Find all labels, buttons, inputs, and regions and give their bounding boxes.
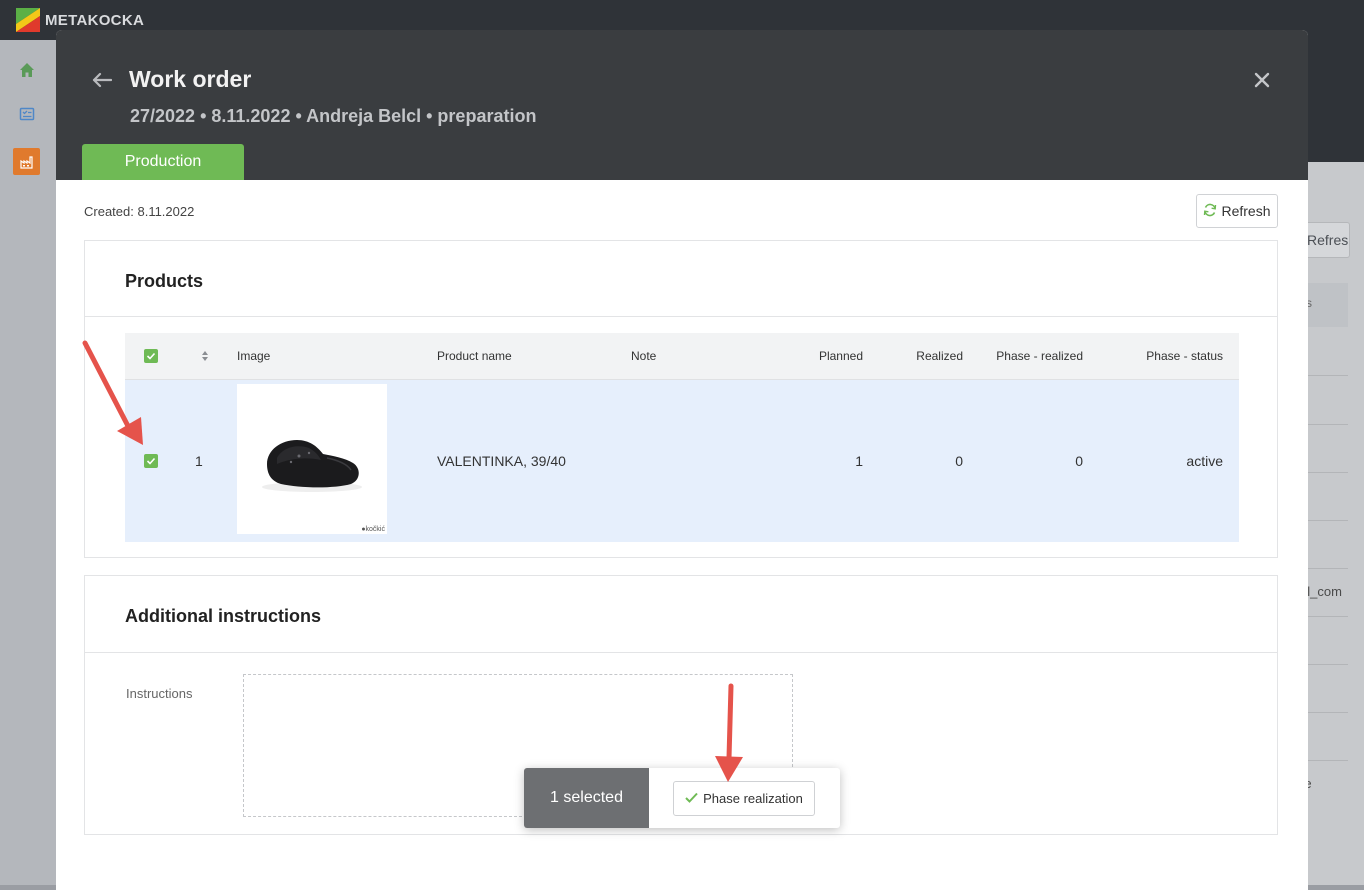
row-index: 1 — [195, 453, 203, 469]
tasks-icon[interactable] — [13, 100, 40, 127]
app-logo[interactable]: METAKOCKA — [16, 8, 144, 32]
modal-header: Work order 27/2022 • 8.11.2022 • Andreja… — [56, 30, 1308, 180]
phase-realization-label: Phase realization — [703, 791, 803, 806]
products-table-header: Image Product name Note Planned Realized… — [125, 333, 1239, 380]
additional-instructions-title: Additional instructions — [125, 606, 321, 626]
refresh-icon — [1203, 203, 1217, 220]
page-subtitle: 27/2022 • 8.11.2022 • Andreja Belcl • pr… — [130, 106, 537, 126]
column-header-image: Image — [237, 349, 271, 363]
product-image[interactable]: ●kočkić — [237, 384, 387, 534]
products-title: Products — [125, 271, 204, 291]
realized-cell: 0 — [955, 453, 963, 469]
column-header-planned[interactable]: Planned — [819, 349, 863, 363]
instructions-label: Instructions — [126, 686, 193, 701]
planned-cell: 1 — [855, 453, 863, 469]
brand-name: METAKOCKA — [45, 11, 145, 29]
factory-icon[interactable] — [13, 148, 40, 175]
column-header-note[interactable]: Note — [631, 349, 656, 363]
table-row[interactable]: 1 ●kočkić VALENTINKA, 39/40 1 0 0 active — [125, 380, 1239, 542]
selection-action-bar: 1 selected Phase realization — [524, 768, 840, 828]
work-order-modal: Work order 27/2022 • 8.11.2022 • Andreja… — [56, 30, 1308, 890]
phase-realized-cell: 0 — [1075, 453, 1083, 469]
refresh-button[interactable]: Refresh — [1196, 194, 1278, 228]
page-title: Work order — [129, 66, 252, 92]
background-page-header — [1300, 40, 1364, 162]
phase-status-cell: active — [1186, 453, 1223, 469]
phase-realization-button[interactable]: Phase realization — [673, 781, 815, 816]
products-panel: Products Image Product name Note Planned… — [84, 240, 1278, 558]
refresh-label: Refresh — [1221, 203, 1271, 219]
home-icon[interactable] — [13, 56, 40, 83]
check-icon — [685, 791, 698, 806]
created-date: Created: 8.11.2022 — [84, 204, 195, 219]
column-header-phase-realized[interactable]: Phase - realized — [996, 349, 1083, 363]
column-header-phase-status[interactable]: Phase - status — [1146, 349, 1223, 363]
column-header-realized[interactable]: Realized — [916, 349, 963, 363]
sort-icon[interactable] — [201, 349, 209, 367]
back-arrow-icon[interactable] — [90, 68, 114, 92]
app-sidebar — [0, 40, 56, 885]
column-header-product-name[interactable]: Product name — [437, 349, 512, 363]
product-name-cell: VALENTINKA, 39/40 — [437, 453, 566, 469]
divider — [85, 652, 1277, 653]
select-all-checkbox[interactable] — [144, 349, 158, 363]
selected-count: 1 selected — [524, 768, 649, 828]
divider — [85, 316, 1277, 317]
tab-production[interactable]: Production — [82, 144, 244, 180]
image-watermark: ●kočkić — [361, 526, 385, 533]
logo-mark-icon — [16, 8, 40, 32]
close-icon[interactable] — [1251, 69, 1273, 91]
row-checkbox[interactable] — [144, 454, 158, 468]
